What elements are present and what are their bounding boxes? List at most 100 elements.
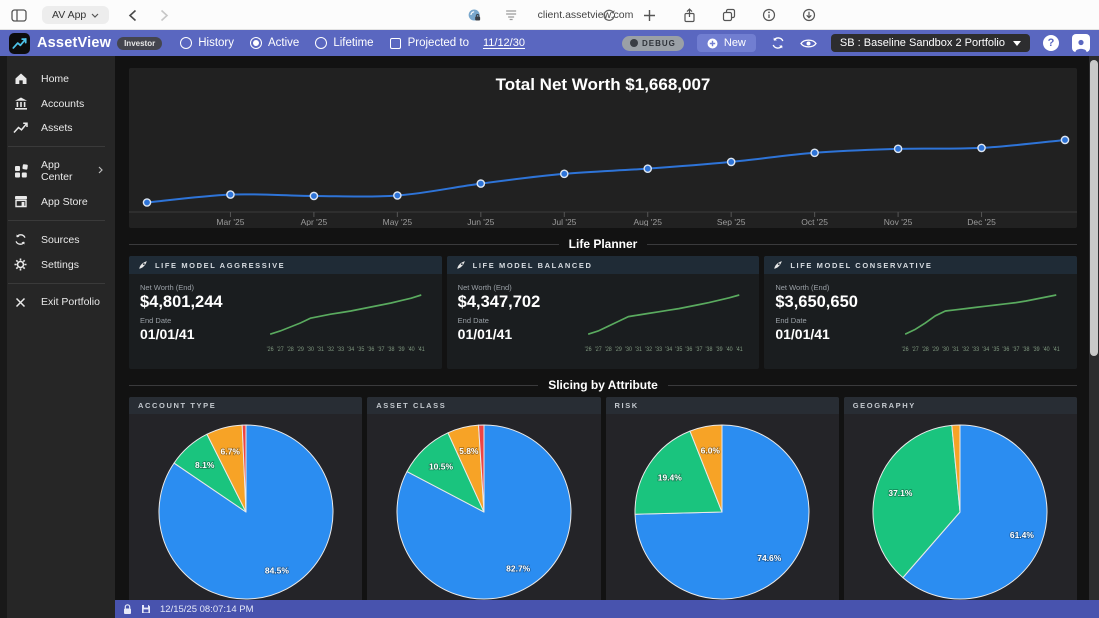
sidebar-item-accounts[interactable]: Accounts xyxy=(0,91,115,116)
svg-text:8.1%: 8.1% xyxy=(195,460,215,470)
asset-class-pie-chart[interactable]: 82.7%10.5%5.8% xyxy=(392,420,576,600)
lock-icon xyxy=(123,604,132,615)
life-model-sparkline: '26'27'28'29'30'31'32'33'34'35'36'37'38'… xyxy=(893,281,1067,365)
svg-text:'35: '35 xyxy=(675,347,682,353)
site-privacy-icon[interactable] xyxy=(466,6,484,24)
reload-icon[interactable] xyxy=(600,6,618,24)
svg-text:'26: '26 xyxy=(267,347,274,353)
scrollbar[interactable] xyxy=(1089,56,1099,600)
net-worth-value: $4,801,244 xyxy=(140,293,252,312)
sidebar-item-app-center[interactable]: App Center xyxy=(0,153,115,189)
sidebar-item-settings[interactable]: Settings xyxy=(0,252,115,277)
back-button[interactable] xyxy=(123,6,141,24)
net-worth-label: Net Worth (End) xyxy=(140,283,252,292)
svg-text:'32: '32 xyxy=(645,347,652,353)
share-icon[interactable] xyxy=(680,6,698,24)
svg-text:'29: '29 xyxy=(615,347,622,353)
svg-text:84.5%: 84.5% xyxy=(264,565,289,575)
scrollbar-thumb[interactable] xyxy=(1090,60,1098,356)
svg-text:'29: '29 xyxy=(932,347,939,353)
risk-pie-chart[interactable]: 74.6%19.4%6.0% xyxy=(630,420,814,600)
slicing-heading: Slicing by Attribute xyxy=(129,378,1077,392)
sidebar-item-home[interactable]: Home xyxy=(0,66,115,91)
chevron-down-icon xyxy=(91,13,99,18)
forward-button[interactable] xyxy=(155,6,173,24)
active-radio[interactable]: Active xyxy=(250,37,299,49)
account-type-pie-chart[interactable]: 84.5% 8.1% 6.7% xyxy=(154,420,338,600)
geography-pie-chart[interactable]: 61.4%37.1% xyxy=(868,420,1052,600)
chevron-down-icon xyxy=(1013,41,1021,46)
pie-panel-geography[interactable]: GEOGRAPHY 61.4%37.1% xyxy=(844,397,1077,600)
new-button[interactable]: New xyxy=(697,34,756,52)
svg-text:'39: '39 xyxy=(398,347,405,353)
life-model-card-conservative[interactable]: LIFE MODEL CONSERVATIVE Net Worth (End) … xyxy=(764,256,1077,369)
svg-text:'28: '28 xyxy=(287,347,294,353)
net-worth-value: $4,347,702 xyxy=(458,293,570,312)
net-worth-panel: Total Net Worth $1,668,007 Mar '25Apr '2… xyxy=(129,68,1077,228)
end-date-value: 01/01/41 xyxy=(140,326,252,342)
svg-text:6.7%: 6.7% xyxy=(220,446,240,456)
tabs-icon[interactable] xyxy=(720,6,738,24)
avatar[interactable] xyxy=(1072,34,1090,52)
pie-panel-asset-class[interactable]: ASSET CLASS 82.7%10.5%5.8% xyxy=(367,397,600,600)
projected-checkbox[interactable] xyxy=(390,38,401,49)
sidebar-item-sources[interactable]: Sources xyxy=(0,227,115,252)
help-button[interactable]: ? xyxy=(1043,35,1059,51)
svg-text:Dec '25: Dec '25 xyxy=(967,217,996,226)
storefront-icon xyxy=(13,195,28,208)
new-tab-icon[interactable] xyxy=(640,6,658,24)
svg-text:'32: '32 xyxy=(327,347,334,353)
tab-switcher[interactable]: AV App xyxy=(42,6,109,24)
net-worth-line-chart[interactable]: Mar '25Apr '25May '25Jun '25Jul '25Aug '… xyxy=(129,100,1077,226)
sidebar-item-app-store[interactable]: App Store xyxy=(0,189,115,214)
svg-text:Sep '25: Sep '25 xyxy=(717,217,746,226)
status-bar: 12/15/25 08:07:14 PM xyxy=(115,600,1099,618)
projected-date-link[interactable]: 11/12/30 xyxy=(483,37,525,49)
end-date-value: 01/01/41 xyxy=(458,326,570,342)
info-icon[interactable] xyxy=(760,6,778,24)
pie-panel-risk[interactable]: RISK 74.6%19.4%6.0% xyxy=(606,397,839,600)
sidebar-item-assets[interactable]: Assets xyxy=(0,116,115,140)
lifetime-radio[interactable]: Lifetime xyxy=(315,37,373,49)
reader-icon[interactable] xyxy=(502,6,520,24)
svg-text:'41: '41 xyxy=(735,347,742,353)
life-planner-heading: Life Planner xyxy=(129,237,1077,251)
save-icon xyxy=(141,604,151,614)
radio-icon xyxy=(315,37,327,49)
svg-text:'38: '38 xyxy=(1023,347,1030,353)
history-radio[interactable]: History xyxy=(180,37,234,49)
eye-icon[interactable] xyxy=(800,34,818,52)
svg-text:Oct '25: Oct '25 xyxy=(801,217,828,226)
end-date-label: End Date xyxy=(775,316,887,325)
bank-icon xyxy=(13,97,28,110)
portfolio-selector[interactable]: SB : Baseline Sandbox 2 Portfolio xyxy=(831,34,1030,52)
svg-text:'26: '26 xyxy=(902,347,909,353)
projected-checkbox-group[interactable]: Projected to xyxy=(390,37,469,49)
download-icon[interactable] xyxy=(800,6,818,24)
status-timestamp: 12/15/25 08:07:14 PM xyxy=(160,604,254,615)
svg-text:'40: '40 xyxy=(408,347,415,353)
svg-text:19.4%: 19.4% xyxy=(658,472,683,482)
svg-text:'35: '35 xyxy=(357,347,364,353)
svg-text:'31: '31 xyxy=(635,347,642,353)
svg-text:61.4%: 61.4% xyxy=(1010,530,1035,540)
svg-text:'27: '27 xyxy=(277,347,284,353)
life-model-sparkline: '26'27'28'29'30'31'32'33'34'35'36'37'38'… xyxy=(576,281,750,365)
pie-panel-account-type[interactable]: ACCOUNT TYPE 84.5%8.1%6.7% xyxy=(129,397,362,600)
svg-text:Mar '25: Mar '25 xyxy=(216,217,244,226)
life-model-card-balanced[interactable]: LIFE MODEL BALANCED Net Worth (End) $4,3… xyxy=(447,256,760,369)
rocket-icon xyxy=(456,260,466,270)
rocket-icon xyxy=(773,260,783,270)
life-model-cards: LIFE MODEL AGGRESSIVE Net Worth (End) $4… xyxy=(129,256,1077,369)
svg-text:'31: '31 xyxy=(317,347,324,353)
svg-text:74.6%: 74.6% xyxy=(757,553,782,563)
sidebar-item-exit-portfolio[interactable]: Exit Portfolio xyxy=(0,290,115,314)
sidebar-toggle-icon[interactable] xyxy=(10,6,28,24)
svg-text:'34: '34 xyxy=(983,347,991,353)
sidebar-divider xyxy=(8,220,105,221)
svg-text:'29: '29 xyxy=(297,347,304,353)
sync-icon[interactable] xyxy=(769,34,787,52)
net-worth-label: Net Worth (End) xyxy=(775,283,887,292)
life-model-card-aggressive[interactable]: LIFE MODEL AGGRESSIVE Net Worth (End) $4… xyxy=(129,256,442,369)
investor-badge: Investor xyxy=(117,37,162,50)
